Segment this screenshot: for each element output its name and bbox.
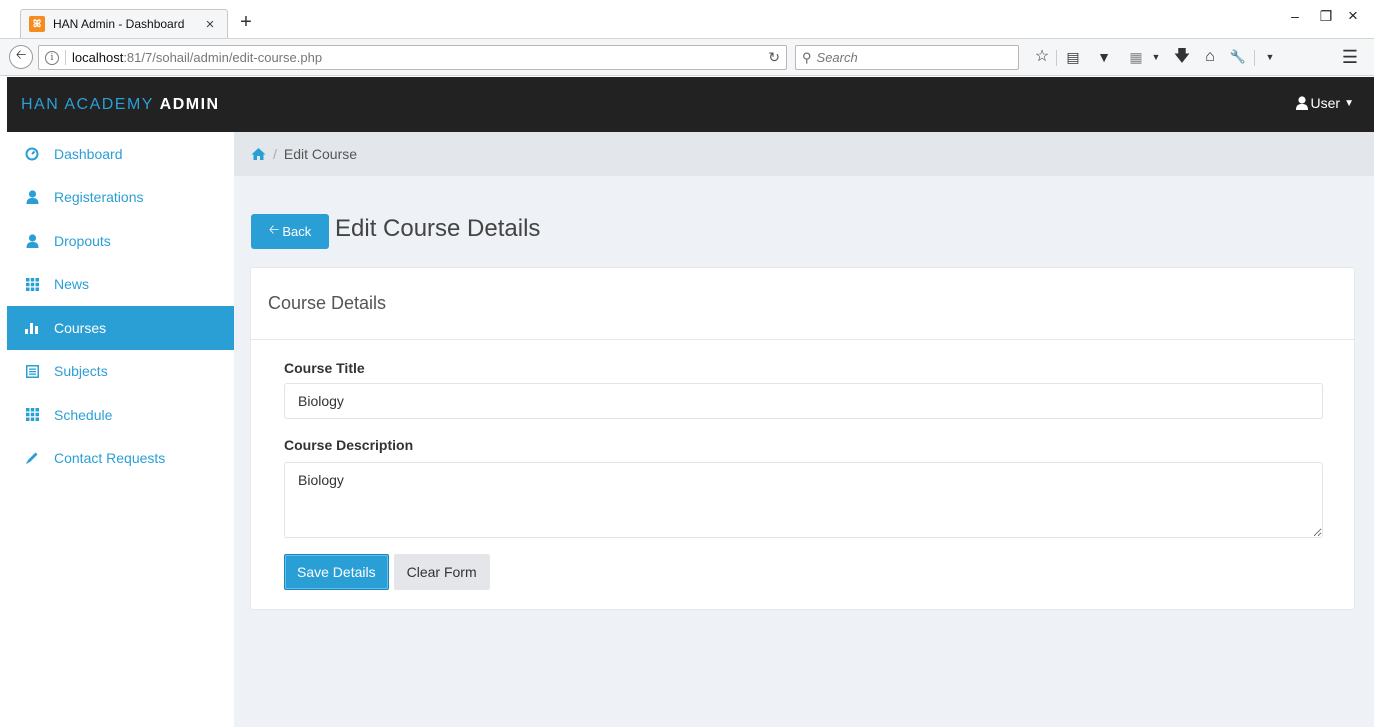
- grid-icon: [25, 277, 39, 291]
- page-title: Edit Course Details: [335, 214, 541, 242]
- sidebar-item-news[interactable]: News: [7, 263, 234, 307]
- app-header: HAN ACADEMY ADMIN User ▼: [7, 77, 1374, 132]
- course-title-input[interactable]: [284, 383, 1323, 419]
- download-icon[interactable]: 🡇: [1172, 48, 1192, 66]
- user-icon: [25, 234, 39, 248]
- sidebar-item-contact-requests[interactable]: Contact Requests: [7, 437, 234, 481]
- bar-chart-icon: [25, 321, 39, 335]
- back-button-label: Back: [282, 224, 312, 239]
- sidebar: Dashboard Registerations Dropouts News C…: [7, 132, 234, 727]
- breadcrumb-separator: /: [273, 146, 277, 162]
- sidebar-item-dropouts[interactable]: Dropouts: [7, 219, 234, 263]
- user-menu-toggle[interactable]: User ▼: [1295, 95, 1354, 111]
- address-bar[interactable]: i localhost:81/7/sohail/admin/edit-cours…: [38, 45, 787, 70]
- site-info-icon[interactable]: i: [45, 50, 59, 65]
- sidebar-item-label: Courses: [54, 319, 107, 336]
- toolbar-separator: [1056, 50, 1057, 66]
- home-icon[interactable]: ⌂: [1200, 48, 1220, 66]
- breadcrumb-current: Edit Course: [283, 146, 358, 162]
- search-input[interactable]: ⚲ Search: [795, 45, 1019, 70]
- bookmark-star-icon[interactable]: ☆: [1032, 48, 1052, 66]
- page-title-row: 🡠 Back Edit Course Details: [251, 210, 540, 249]
- chevron-down-icon[interactable]: ▼: [1146, 48, 1166, 66]
- user-icon: [25, 190, 39, 205]
- brand-logo[interactable]: HAN ACADEMY ADMIN: [21, 96, 220, 114]
- arrow-left-icon: 🡠: [268, 221, 280, 237]
- sidebar-item-registerations[interactable]: Registerations: [7, 176, 234, 220]
- sidebar-item-label: Schedule: [54, 406, 113, 423]
- tab-title: HAN Admin - Dashboard: [53, 17, 185, 31]
- toolbar-separator: [1254, 50, 1255, 66]
- close-window-icon[interactable]: ×: [1343, 6, 1363, 26]
- chevron-down-icon[interactable]: ▼: [1260, 48, 1280, 66]
- sidebar-item-label: Registerations: [54, 189, 144, 206]
- pocket-icon[interactable]: ▼: [1094, 48, 1114, 66]
- browser-tab-bar: ꕤ HAN Admin - Dashboard × + – ❐ ×: [0, 0, 1374, 38]
- breadcrumb: / Edit Course: [234, 132, 1374, 176]
- sidebar-item-dashboard[interactable]: Dashboard: [7, 132, 234, 176]
- list-alt-icon: [25, 364, 39, 378]
- back-button[interactable]: 🡠 Back: [251, 214, 329, 249]
- restore-window-icon[interactable]: ❐: [1316, 8, 1336, 25]
- course-description-textarea[interactable]: Biology: [284, 462, 1323, 538]
- sidebar-item-schedule[interactable]: Schedule: [7, 393, 234, 437]
- course-details-panel: Course Details Course Title Course Descr…: [250, 267, 1355, 610]
- new-tab-button[interactable]: +: [236, 12, 256, 32]
- sidebar-item-label: News: [54, 276, 90, 293]
- url-text: localhost:81/7/sohail/admin/edit-course.…: [65, 50, 322, 65]
- form-actions: Save Details Clear Form: [284, 554, 1321, 590]
- screenshot-icon[interactable]: ▦: [1126, 48, 1146, 66]
- clear-form-button[interactable]: Clear Form: [393, 554, 490, 590]
- sidebar-item-label: Dropouts: [54, 232, 111, 249]
- save-details-button[interactable]: Save Details: [284, 554, 389, 590]
- dashboard-icon: [25, 147, 39, 161]
- hamburger-menu-icon[interactable]: ☰: [1340, 48, 1360, 66]
- sidebar-item-label: Contact Requests: [54, 450, 166, 467]
- course-description-label: Course Description: [284, 437, 414, 453]
- course-title-label: Course Title: [284, 360, 365, 376]
- main-content: / Edit Course 🡠 Back Edit Course Details…: [234, 132, 1374, 727]
- sidebar-item-subjects[interactable]: Subjects: [7, 350, 234, 394]
- xampp-favicon-icon: ꕤ: [29, 16, 45, 32]
- panel-body: Course Title Course Description Biology …: [251, 360, 1354, 590]
- reading-list-icon[interactable]: ▤: [1063, 48, 1083, 66]
- search-placeholder: Search: [816, 50, 858, 65]
- caret-down-icon: ▼: [1344, 97, 1354, 109]
- sidebar-item-label: Dashboard: [54, 145, 123, 162]
- search-icon: ⚲: [802, 49, 812, 65]
- tab-close-icon[interactable]: ×: [201, 16, 219, 33]
- reload-icon[interactable]: ↻: [768, 49, 780, 66]
- developer-tools-icon[interactable]: 🔧: [1228, 48, 1248, 66]
- user-label: User: [1310, 95, 1341, 111]
- panel-heading: Course Details: [251, 268, 1354, 340]
- pencil-icon: [25, 451, 39, 465]
- grid-icon: [25, 408, 39, 422]
- sidebar-item-label: Subjects: [54, 363, 108, 380]
- browser-tab[interactable]: ꕤ HAN Admin - Dashboard ×: [20, 9, 228, 38]
- user-icon: [1295, 96, 1308, 110]
- home-icon[interactable]: [251, 147, 266, 161]
- sidebar-item-courses[interactable]: Courses: [7, 306, 234, 350]
- browser-back-icon[interactable]: 🡠: [9, 45, 33, 69]
- minimize-window-icon[interactable]: –: [1285, 8, 1305, 24]
- browser-toolbar: 🡠 i localhost:81/7/sohail/admin/edit-cou…: [0, 38, 1374, 76]
